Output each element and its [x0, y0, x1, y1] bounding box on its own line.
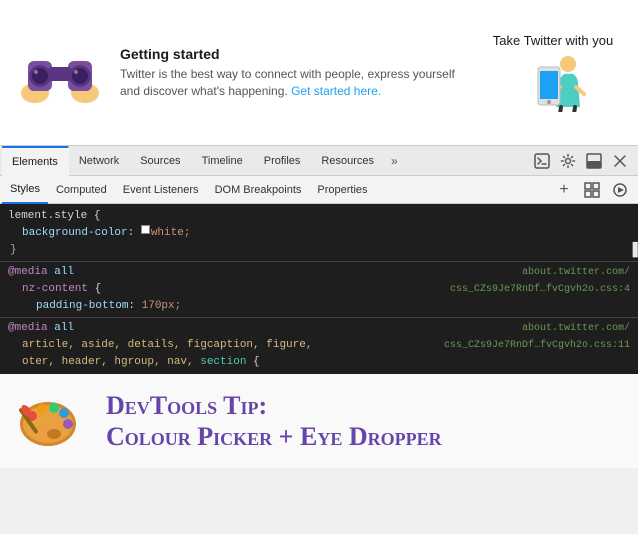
tab-overflow-button[interactable]: »	[385, 154, 404, 168]
sub-tab-styles[interactable]: Styles	[2, 176, 48, 204]
css-line-2: background-color : white;	[0, 225, 638, 242]
devtools-tip-text: DevTools Tip: Colour picker + eye droppe…	[106, 390, 442, 452]
sub-tab-dom-breakpoints[interactable]: DOM Breakpoints	[207, 176, 310, 204]
close-icon	[613, 154, 627, 168]
css-line-selector-2: oter, header, hgroup, nav, section {	[0, 354, 638, 371]
devtools-toolbar-icons	[530, 149, 636, 173]
css-line-1: lement.style {	[0, 208, 638, 225]
css-line-media-2: @media all about.twitter.com/	[0, 320, 638, 337]
toggle-element-state-button[interactable]	[580, 178, 604, 202]
tab-elements[interactable]: Elements	[2, 146, 69, 176]
tip-line-1: DevTools Tip:	[106, 390, 442, 421]
devtools-panel: Elements Network Sources Timeline Profil…	[0, 145, 638, 468]
binoculars-icon	[20, 33, 100, 113]
color-swatch-white[interactable]	[141, 225, 150, 234]
gear-icon	[560, 153, 576, 169]
css-editor-panel[interactable]: lement.style { background-color : white;…	[0, 204, 638, 374]
dock-icon-button[interactable]	[582, 149, 606, 173]
tab-resources[interactable]: Resources	[311, 146, 385, 176]
tab-network[interactable]: Network	[69, 146, 130, 176]
css-line-source-1: nz-content { css_CZs9Je7RnDf…fvCgvh2o.cs…	[0, 281, 638, 298]
cursor-grid-icon	[584, 182, 600, 198]
css-divider-1	[0, 261, 638, 262]
play-icon	[613, 183, 627, 197]
css-divider-2	[0, 317, 638, 318]
twitter-description: Twitter is the best way to connect with …	[120, 66, 468, 100]
dock-icon	[586, 153, 602, 169]
twitter-preview: Getting started Twitter is the best way …	[0, 0, 638, 145]
devtools-tip-section: DevTools Tip: Colour picker + eye droppe…	[0, 374, 638, 468]
sub-tab-properties[interactable]: Properties	[309, 176, 375, 204]
take-twitter-label: Take Twitter with you	[493, 33, 613, 48]
close-devtools-button[interactable]	[608, 149, 632, 173]
tip-line-2: Colour picker + eye dropper	[106, 421, 442, 452]
get-started-link[interactable]: Get started here.	[291, 84, 381, 98]
devtools-sub-tabs: Styles Computed Event Listeners DOM Brea…	[0, 176, 638, 204]
terminal-icon-button[interactable]	[530, 149, 554, 173]
palette-icon	[16, 386, 86, 456]
tab-sources[interactable]: Sources	[130, 146, 191, 176]
cursor-indicator: ▋	[633, 242, 638, 259]
css-line-padding: padding-bottom : 170px;	[0, 298, 638, 315]
getting-started-title: Getting started	[120, 46, 468, 62]
add-style-rule-button[interactable]: +	[552, 178, 576, 202]
tab-profiles[interactable]: Profiles	[254, 146, 312, 176]
sub-tab-computed[interactable]: Computed	[48, 176, 115, 204]
css-line-cursor-row: } ▋	[0, 242, 638, 259]
twitter-getting-started-text: Getting started Twitter is the best way …	[120, 46, 468, 100]
twitter-mobile-illustration	[508, 52, 598, 112]
settings-icon-button[interactable]	[556, 149, 580, 173]
devtools-main-tabs: Elements Network Sources Timeline Profil…	[0, 146, 638, 176]
animate-button[interactable]	[608, 178, 632, 202]
css-line-selector-1: article, aside, details, figcaption, fig…	[0, 337, 638, 354]
styles-toolbar: +	[552, 178, 636, 202]
tab-timeline[interactable]: Timeline	[192, 146, 254, 176]
take-twitter-section: Take Twitter with you	[488, 33, 618, 112]
terminal-icon	[534, 153, 550, 169]
css-line-media-1: @media all about.twitter.com/	[0, 264, 638, 281]
sub-tab-event-listeners[interactable]: Event Listeners	[115, 176, 207, 204]
